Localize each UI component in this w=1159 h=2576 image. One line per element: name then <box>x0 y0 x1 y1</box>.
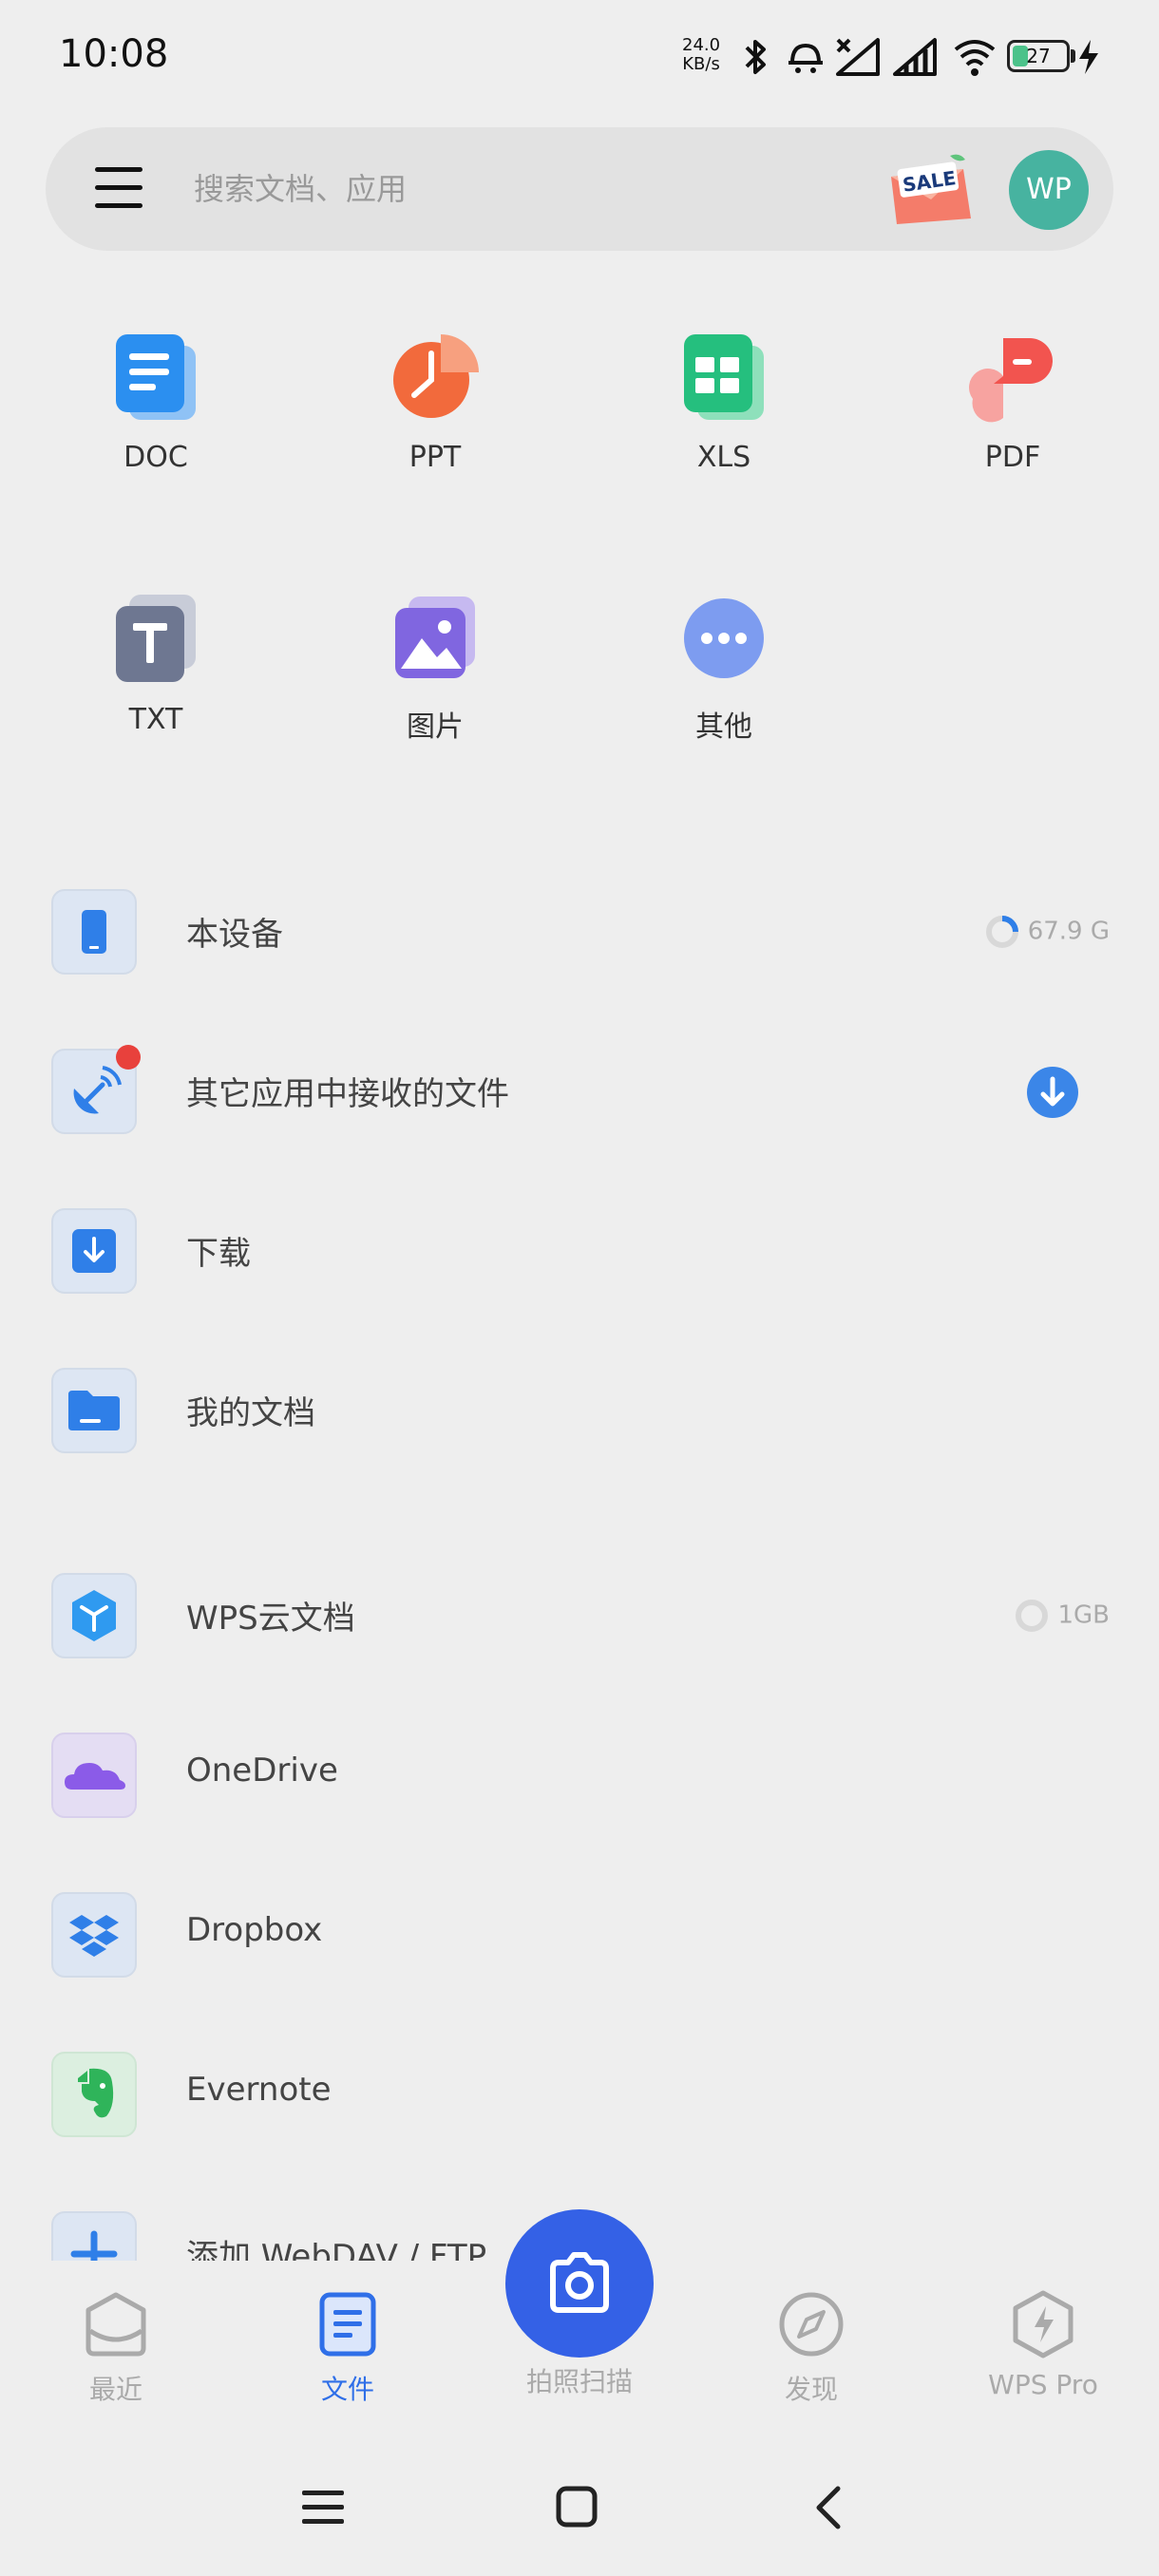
back-icon[interactable] <box>811 2485 846 2530</box>
category-label: XLS <box>696 441 751 474</box>
category-txt[interactable]: TXT <box>61 591 251 736</box>
files-icon <box>319 2292 376 2357</box>
tab-wps-pro[interactable]: WPS Pro <box>948 2289 1138 2400</box>
category-label: PPT <box>408 441 462 474</box>
category-label: PDF <box>984 441 1041 474</box>
recent-icon <box>86 2292 146 2357</box>
list-item-label: WPS云文档 <box>186 1600 355 1638</box>
charging-icon <box>1079 40 1098 74</box>
menu-button[interactable] <box>95 167 142 211</box>
recents-menu-icon[interactable] <box>300 2487 346 2529</box>
list-item-label: Dropbox <box>186 1911 323 1949</box>
storage-usage: 67.9 G <box>984 914 1110 950</box>
tab-label: 文件 <box>320 2374 374 2405</box>
status-bar: 10:08 24.0 KB/s 27 <box>0 0 1159 114</box>
cloud-storage-usage: 1GB <box>1014 1598 1110 1634</box>
folder-icon <box>51 1368 137 1453</box>
pro-icon <box>1013 2290 1074 2358</box>
search-bar: SALE WP <box>46 127 1113 251</box>
home-icon[interactable] <box>555 2485 598 2529</box>
storage-ring-icon <box>985 916 1018 948</box>
wps-cloud-icon <box>51 1573 137 1658</box>
battery-indicator: 27 <box>1007 40 1070 72</box>
pdf-icon <box>965 329 1060 424</box>
list-item-wps-cloud[interactable]: WPS云文档 1GB <box>0 1554 1159 1677</box>
image-icon <box>388 591 483 686</box>
download-icon <box>51 1208 137 1294</box>
compass-icon <box>779 2292 844 2357</box>
category-pdf[interactable]: PDF <box>918 329 1108 474</box>
category-doc[interactable]: DOC <box>61 329 251 474</box>
list-item-dropbox[interactable]: Dropbox <box>0 1873 1159 1997</box>
network-speed: 24.0 KB/s <box>682 35 721 74</box>
category-xls[interactable]: XLS <box>629 329 819 474</box>
signal-no-sim-icon <box>836 38 880 76</box>
sale-badge[interactable]: SALE <box>884 152 975 228</box>
bluetooth-icon <box>745 40 766 74</box>
category-other[interactable]: 其他 <box>629 591 819 745</box>
list-item-download[interactable]: 下载 <box>0 1189 1159 1313</box>
list-item-label: 本设备 <box>186 916 283 954</box>
list-item-my-documents[interactable]: 我的文档 <box>0 1349 1159 1472</box>
tab-discover[interactable]: 发现 <box>716 2289 906 2407</box>
wifi-icon <box>954 40 996 76</box>
list-item-onedrive[interactable]: OneDrive <box>0 1714 1159 1837</box>
tab-recent[interactable]: 最近 <box>21 2289 211 2407</box>
camera-icon <box>550 2252 609 2313</box>
scan-button[interactable] <box>505 2209 654 2358</box>
category-image[interactable]: 图片 <box>340 591 530 745</box>
list-item-label: 下载 <box>186 1235 251 1273</box>
signal-icon <box>893 38 937 76</box>
onedrive-icon <box>51 1733 137 1818</box>
evernote-icon <box>51 2052 137 2137</box>
scan-label: 拍照扫描 <box>525 2366 633 2397</box>
txt-icon <box>108 591 203 686</box>
tab-label: WPS Pro <box>988 2369 1098 2400</box>
category-label: DOC <box>124 441 188 474</box>
alarm-icon <box>788 43 823 73</box>
add-icon <box>51 2211 137 2261</box>
ppt-icon <box>388 329 483 424</box>
doc-icon <box>108 329 203 424</box>
dropbox-icon <box>51 1892 137 1978</box>
tab-files[interactable]: 文件 <box>253 2289 443 2407</box>
status-time: 10:08 <box>59 32 169 76</box>
category-label: TXT <box>128 703 183 736</box>
tab-label: 最近 <box>88 2374 142 2405</box>
avatar[interactable]: WP <box>1009 150 1089 230</box>
list-item-label: Evernote <box>186 2071 332 2109</box>
list-item-device[interactable]: 本设备 67.9 G <box>0 870 1159 994</box>
category-ppt[interactable]: PPT <box>340 329 530 474</box>
system-nav-bar <box>0 2451 1159 2576</box>
search-input[interactable] <box>194 165 764 213</box>
tab-label: 发现 <box>784 2374 838 2405</box>
phone-icon <box>51 889 137 975</box>
list-item-label: OneDrive <box>186 1752 338 1790</box>
more-icon <box>676 591 771 686</box>
notification-dot <box>116 1045 141 1070</box>
download-arrow-icon[interactable] <box>1026 1066 1079 1119</box>
xls-icon <box>676 329 771 424</box>
list-item-label: 其它应用中接收的文件 <box>186 1075 509 1113</box>
list-item-label: 我的文档 <box>186 1394 315 1432</box>
storage-ring-icon <box>1016 1600 1049 1632</box>
list-item-label: 添加 WebDAV / FTP <box>186 2238 487 2261</box>
category-label: 图片 <box>407 710 464 744</box>
list-item-received-files[interactable]: 其它应用中接收的文件 <box>0 1030 1159 1153</box>
category-label: 其他 <box>695 710 752 744</box>
list-item-evernote[interactable]: Evernote <box>0 2033 1159 2156</box>
